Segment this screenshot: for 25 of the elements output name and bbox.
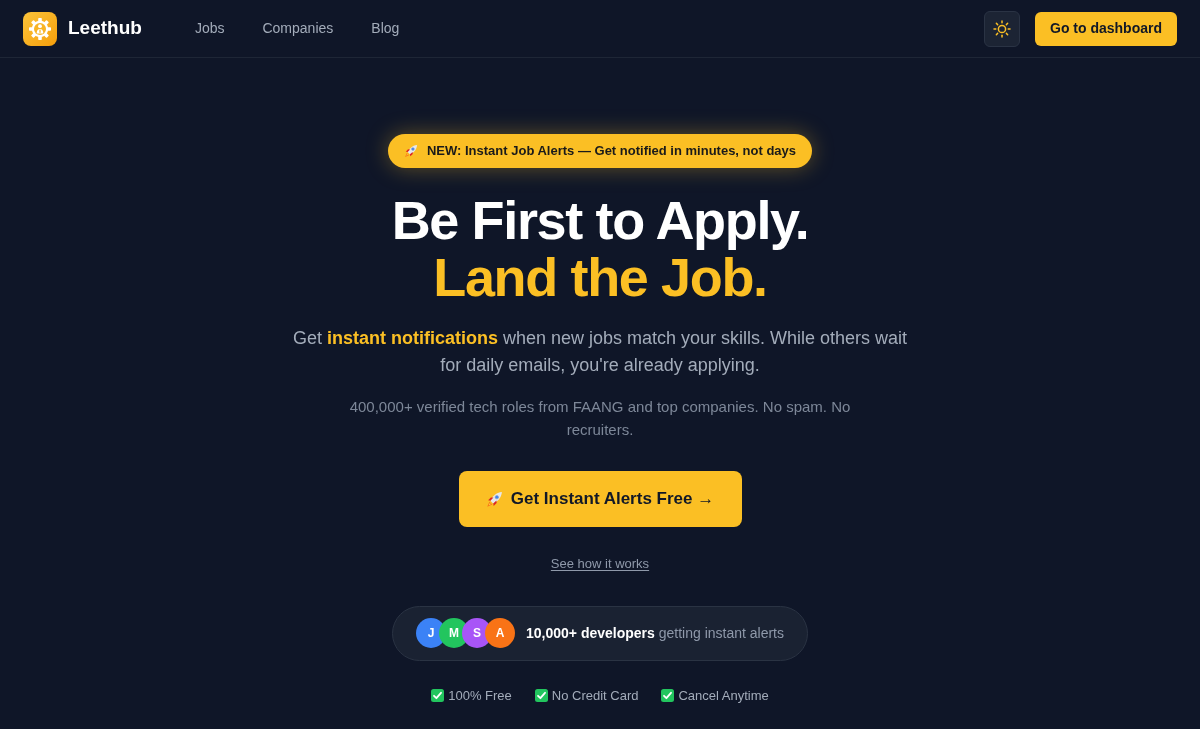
brand-link[interactable]: Leethub (23, 11, 142, 46)
check-icon (661, 688, 675, 702)
avatar: A (485, 618, 515, 648)
announcement-text: NEW: Instant Job Alerts — Get notified in minutes, not days (426, 142, 797, 161)
rocket-icon (485, 490, 503, 508)
rocket-icon (403, 144, 418, 158)
see-how-link[interactable]: See how it works (550, 554, 650, 574)
social-proof-text: 10,000+ developers getting instant alerts (526, 623, 784, 643)
nav-link[interactable]: Jobs (194, 18, 225, 39)
nav-link[interactable]: Blog (371, 18, 400, 39)
get-alerts-button[interactable]: Get Instant Alerts Free → (458, 471, 742, 527)
nav-link[interactable]: Companies (262, 18, 334, 39)
gear-logo-icon (23, 11, 57, 46)
feature-text: 100% Free (448, 686, 512, 705)
subtitle-text: Get instant notifications when new jobs match your skills. While others wait for daily emails, you're already applying. (291, 327, 909, 377)
theme-toggle-button[interactable] (984, 10, 1020, 47)
headline-text: Land the Job. (433, 249, 767, 306)
description-text: 400,000+ verified tech roles from FAANG and top companies. No spam. No recruiters. (348, 397, 852, 440)
headline-text: Be First to Apply. (391, 192, 809, 249)
sun-icon (993, 19, 1011, 38)
dashboard-button[interactable]: Go to dashboard (1035, 11, 1177, 46)
feature-text: No Credit Card (551, 686, 639, 705)
check-icon (534, 688, 548, 702)
feature-text: Cancel Anytime (678, 686, 769, 705)
check-icon (431, 688, 445, 702)
